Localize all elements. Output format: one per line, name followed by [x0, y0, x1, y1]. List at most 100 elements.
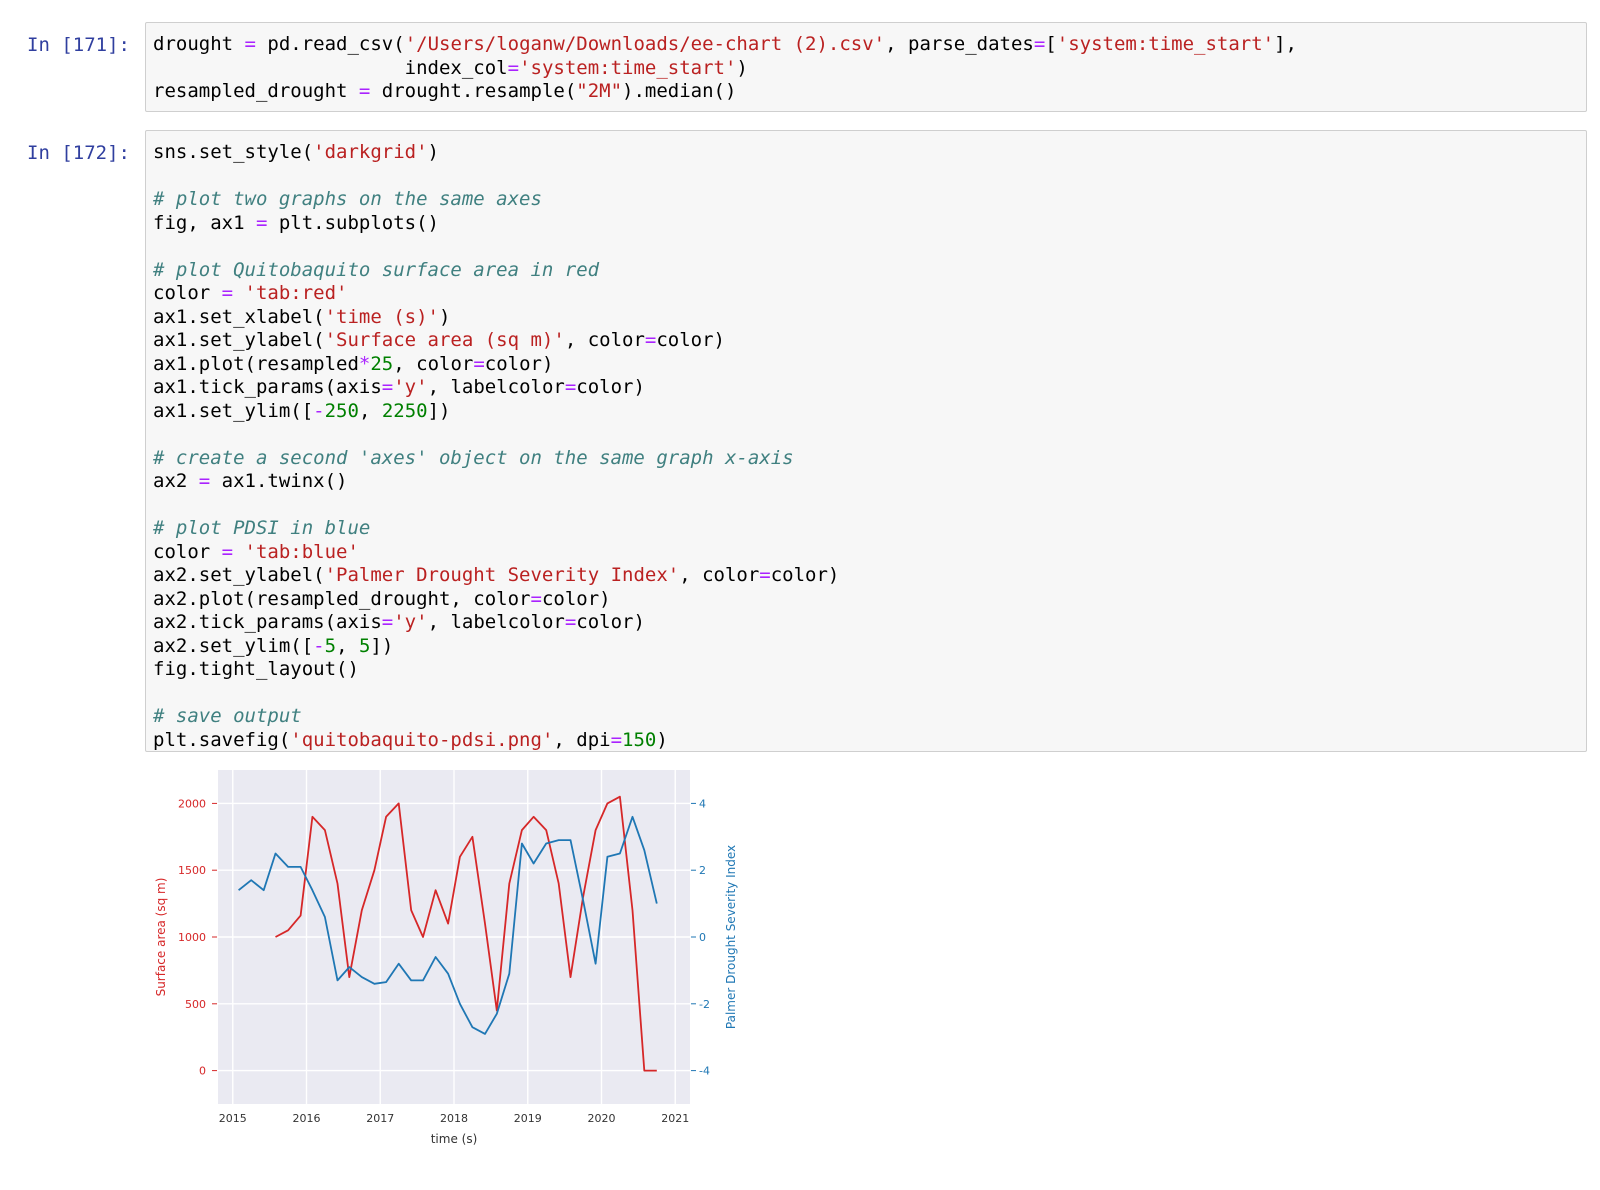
- y-tick-label-right: -2: [699, 998, 710, 1011]
- y-tick-label-right: 2: [699, 864, 706, 877]
- code-token: resampled_drought: [153, 80, 359, 102]
- code-token: 'time (s)': [324, 305, 439, 328]
- code-token: ax1.twinx(): [210, 470, 348, 492]
- y-tick-label-right: 4: [699, 797, 706, 810]
- code-token: , color: [679, 564, 760, 586]
- code-token: ax1.set_ylim([: [153, 399, 314, 422]
- code-token: , color: [564, 329, 645, 351]
- code-token: drought.resample(: [370, 80, 577, 102]
- code-token: ax2.tick_params(axis: [153, 611, 382, 633]
- code-token: =: [610, 728, 623, 751]
- code-line: ax1.plot(resampled*25, color=color): [153, 353, 1580, 377]
- code-token: sns.set_style(: [153, 141, 314, 163]
- code-input[interactable]: drought = pd.read_csv('/Users/loganw/Dow…: [145, 22, 1587, 112]
- code-token: =: [530, 587, 542, 610]
- y-axis-label-right: Palmer Drought Severity Index: [724, 845, 738, 1029]
- code-token: # plot PDSI in blue: [153, 517, 371, 539]
- code-token: color: [153, 540, 222, 563]
- code-line: ax2.set_ylabel('Palmer Drought Severity …: [153, 564, 1580, 588]
- code-token: 'darkgrid': [313, 141, 428, 163]
- code-token: , labelcolor: [427, 376, 565, 398]
- code-token: 'tab:red': [244, 282, 348, 304]
- code-token: 'Surface area (sq m)': [324, 329, 565, 351]
- code-token: 'tab:blue': [244, 540, 359, 563]
- code-line: # save output: [153, 705, 1580, 729]
- code-token: , color: [393, 352, 474, 375]
- code-token: =: [507, 56, 520, 79]
- code-token: =: [759, 564, 771, 586]
- code-text[interactable]: drought = pd.read_csv('/Users/loganw/Dow…: [146, 23, 1586, 112]
- code-token: 'system:time_start': [1056, 33, 1275, 55]
- code-token: plt.savefig(: [153, 728, 291, 751]
- code-token: pd.read_csv(: [255, 33, 405, 55]
- code-text[interactable]: sns.set_style('darkgrid') # plot two grap…: [146, 131, 1586, 760]
- y-tick-label-left: 1500: [178, 864, 206, 877]
- code-token: '/Users/loganw/Downloads/ee-chart (2).cs…: [404, 33, 886, 55]
- code-input[interactable]: sns.set_style('darkgrid') # plot two grap…: [145, 130, 1587, 752]
- code-token: ): [427, 141, 439, 163]
- code-token: ): [656, 728, 668, 751]
- code-token: =: [244, 33, 256, 55]
- code-token: 250: [324, 399, 359, 422]
- code-line: fig, ax1 = plt.subplots(): [153, 212, 1580, 236]
- code-line: # create a second 'axes' object on the s…: [153, 447, 1580, 471]
- code-token: ax2.plot(resampled_drought, color: [153, 587, 531, 610]
- code-token: ,: [336, 634, 359, 657]
- code-token: ax1.set_ylabel(: [153, 329, 325, 351]
- code-token: =: [221, 282, 234, 304]
- code-line: ax1.set_ylabel('Surface area (sq m)', co…: [153, 329, 1580, 353]
- code-token: 2250: [381, 399, 428, 422]
- code-line: ax2 = ax1.twinx(): [153, 470, 1580, 494]
- code-token: color): [541, 587, 611, 610]
- code-token: =: [644, 329, 657, 351]
- code-token: drought: [153, 33, 245, 55]
- code-token: plt.subplots(): [267, 211, 439, 234]
- code-token: , labelcolor: [427, 611, 565, 633]
- code-token: color): [576, 376, 645, 398]
- code-token: ax1.tick_params(axis: [153, 376, 382, 398]
- code-token: ): [438, 305, 451, 328]
- code-token: =: [1033, 33, 1046, 55]
- code-token: color: [153, 282, 222, 304]
- code-token: ax2: [153, 470, 199, 492]
- code-token: ).median(): [622, 80, 737, 102]
- code-line: # plot two graphs on the same axes: [153, 188, 1580, 212]
- code-token: =: [221, 540, 234, 563]
- code-token: ax1.plot(resampled: [153, 352, 359, 375]
- x-tick-label: 2017: [366, 1112, 394, 1125]
- code-token: ]): [370, 634, 394, 657]
- code-token: fig, ax1: [153, 211, 256, 234]
- code-line: fig.tight_layout(): [153, 658, 1580, 682]
- code-token: # plot Quitobaquito surface area in red: [153, 258, 600, 281]
- code-line: ax1.set_xlabel('time (s)'): [153, 306, 1580, 330]
- code-line: color = 'tab:red': [153, 282, 1580, 306]
- code-line: ax2.set_ylim([-5, 5]): [153, 635, 1580, 659]
- code-token: 'y': [393, 611, 428, 633]
- code-line: sns.set_style('darkgrid'): [153, 141, 1580, 165]
- code-token: # create a second 'axes' object on the s…: [153, 446, 794, 469]
- y-tick-label-right: -4: [699, 1065, 710, 1078]
- output-figure: 2015 2016 2017 2018 2019 2020 2021 0 500 1000 1500…: [145, 760, 745, 1164]
- code-token: -: [313, 399, 325, 422]
- code-token: =: [473, 352, 485, 375]
- code-token: *: [358, 352, 371, 375]
- code-token: ax2.set_ylim([: [153, 634, 314, 657]
- code-token: 'y': [393, 376, 428, 398]
- y-tick-label-left: 500: [185, 998, 206, 1011]
- x-axis-label: time (s): [431, 1132, 478, 1146]
- code-token: 'system:time_start': [519, 56, 737, 79]
- x-tick-label: 2021: [661, 1112, 689, 1125]
- code-token: =: [381, 376, 394, 398]
- code-token: [: [1045, 33, 1057, 55]
- code-token: 25: [370, 352, 394, 375]
- code-token: index_col: [153, 56, 508, 79]
- x-tick-label: 2019: [514, 1112, 542, 1125]
- code-token: , parse_dates: [885, 33, 1034, 55]
- x-tick-label: 2016: [293, 1112, 321, 1125]
- y-tick-label-left: 0: [199, 1065, 206, 1078]
